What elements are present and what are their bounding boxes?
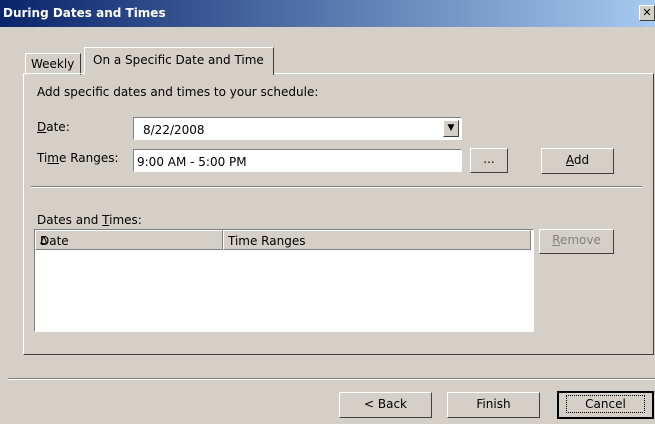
separator [31,186,642,188]
date-dropdown[interactable]: 8/22/2008 ▼ [133,117,462,140]
browse-time-button[interactable]: ... [470,148,508,173]
date-value: 8/22/2008 [143,123,205,137]
dates-times-list[interactable]: Date Δ Time Ranges [34,229,534,332]
window-title: During Dates and Times [3,6,166,20]
close-button[interactable]: ✕ [639,5,655,21]
date-label: Date: [37,120,70,134]
instruction-text: Add specific dates and times to your sch… [37,85,319,99]
tab-specific-date-time[interactable]: On a Specific Date and Time [84,47,274,75]
time-ranges-field[interactable]: 9:00 AM - 5:00 PM [133,149,462,172]
remove-button[interactable]: Remove [539,229,614,254]
time-ranges-value: 9:00 AM - 5:00 PM [137,155,247,169]
add-button[interactable]: Add [541,148,614,174]
column-header-time-ranges[interactable]: Time Ranges [223,230,531,250]
footer-separator [8,378,655,380]
title-bar[interactable]: During Dates and Times ✕ [0,0,655,27]
chevron-down-icon[interactable]: ▼ [443,120,459,137]
list-header: Date Δ Time Ranges [35,230,531,250]
tab-weekly-label: Weekly [31,57,75,71]
close-icon: ✕ [642,6,652,19]
dates-times-label: Dates and Times: [37,213,142,227]
sort-ascending-icon: Δ [40,234,48,247]
cancel-button[interactable]: Cancel [557,391,654,419]
tab-specific-date-time-label: On a Specific Date and Time [93,53,264,67]
column-header-date[interactable]: Date Δ [35,230,223,250]
finish-button[interactable]: Finish [447,392,540,418]
back-button[interactable]: < Back [339,392,432,418]
tab-weekly[interactable]: Weekly [25,53,81,75]
time-ranges-label: Time Ranges: [37,151,119,165]
dialog-window: During Dates and Times ✕ Weekly On a Spe… [0,0,655,424]
